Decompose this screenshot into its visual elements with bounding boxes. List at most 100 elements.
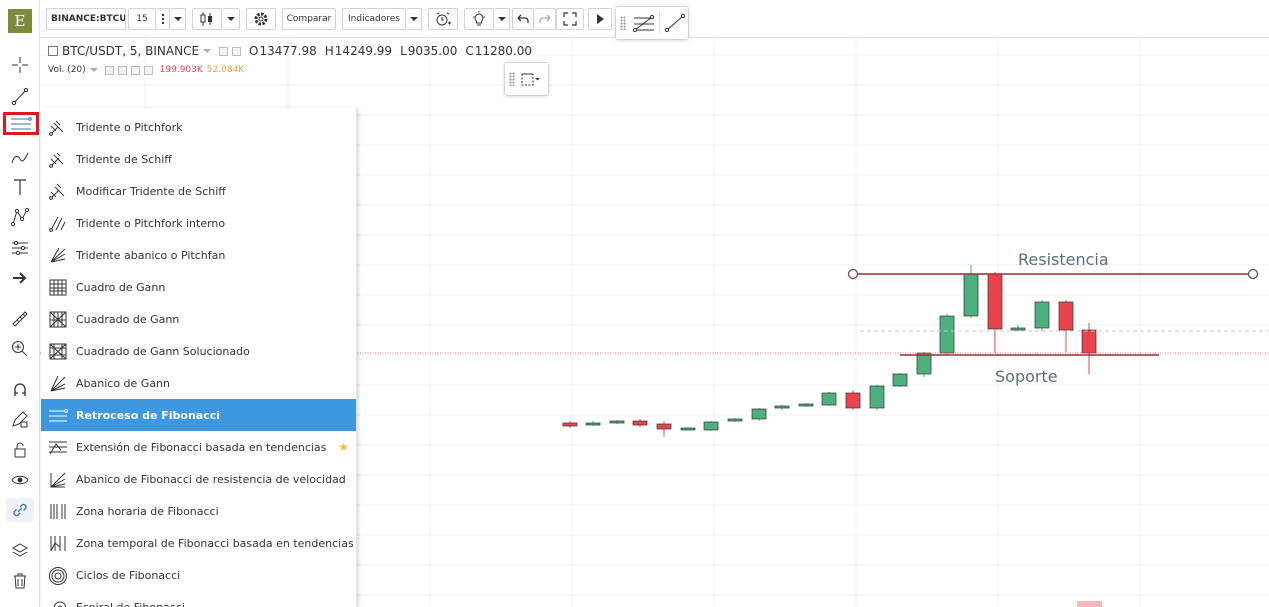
menu-item[interactable]: Abanico de Gann — [41, 367, 356, 399]
fib-retracement-icon[interactable] — [630, 12, 655, 34]
interval-dropdown-button[interactable] — [170, 8, 186, 30]
crosshair-tool[interactable] — [6, 53, 34, 77]
chart-style-dropdown[interactable] — [222, 8, 240, 30]
open-key: O — [249, 44, 259, 58]
trash-icon — [14, 573, 26, 589]
pattern-tool[interactable] — [6, 205, 34, 229]
menu-item[interactable]: Tridente o Pitchfork — [41, 111, 356, 143]
resistance-handle-right[interactable] — [1247, 268, 1259, 280]
eye-icon[interactable] — [104, 65, 114, 75]
chevron-down-icon[interactable] — [203, 49, 212, 53]
chevron-down-icon[interactable] — [89, 68, 98, 72]
volume-bar — [1077, 601, 1102, 607]
indicators-button[interactable]: Indicadores — [342, 8, 406, 30]
zoom-tool[interactable] — [6, 337, 34, 361]
menu-item[interactable]: Cuadro de Gann — [41, 271, 356, 303]
menu-item[interactable]: Abanico de Fibonacci de resistencia de v… — [41, 463, 356, 495]
drag-handle[interactable] — [509, 72, 515, 86]
gann-fan-icon — [48, 374, 68, 392]
ideas-dropdown[interactable] — [494, 8, 510, 30]
text-tool[interactable] — [6, 175, 34, 199]
candle-body — [585, 422, 601, 426]
chart-legend: BTC/USDT, 5, BINANCE O 13477.98 H 14249.99… — [48, 44, 532, 75]
settings-button[interactable] — [246, 8, 276, 30]
menu-item[interactable]: Modificar Tridente de Schiff — [41, 175, 356, 207]
add-icon[interactable] — [130, 65, 140, 75]
close-icon[interactable] — [232, 46, 242, 56]
interval-menu-button[interactable] — [156, 8, 170, 30]
undo-button[interactable] — [512, 8, 534, 30]
prediction-tool[interactable] — [6, 236, 34, 260]
chevron-down-icon — [173, 17, 182, 21]
remove-drawings-tool[interactable] — [6, 569, 34, 593]
lightbulb-icon — [473, 11, 485, 26]
support-label[interactable]: Soporte — [995, 367, 1058, 386]
gann-box-icon — [48, 278, 68, 296]
volume-value-1: 199.903K — [159, 65, 203, 75]
hide-drawings-tool[interactable] — [6, 468, 34, 492]
symbol-search-input[interactable]: BINANCE:BTCUSDT — [46, 8, 126, 30]
stay-drawing-tool[interactable] — [6, 408, 34, 432]
interval-button[interactable]: 15 — [128, 8, 156, 30]
settings-icon[interactable] — [219, 46, 229, 56]
candle-body — [632, 420, 648, 426]
volume-label[interactable]: Vol. (20) — [48, 65, 86, 75]
menu-item[interactable]: Tridente abanico o Pitchfan — [41, 239, 356, 271]
replay-button[interactable] — [588, 8, 612, 30]
indicators-dropdown[interactable] — [406, 8, 422, 30]
menu-item[interactable]: Tridente de Schiff — [41, 143, 356, 175]
measure-tool[interactable] — [6, 307, 34, 331]
candle-body — [939, 315, 955, 354]
fullscreen-button[interactable] — [556, 8, 584, 30]
fib-tools-menu: Tridente o Pitchfork Tridente de Schiff Mo… — [41, 108, 357, 607]
fullscreen-icon — [563, 12, 577, 26]
drag-handle[interactable] — [620, 16, 626, 30]
brush-tool[interactable] — [6, 145, 34, 169]
low-value: 9035.00 — [407, 44, 458, 58]
magnet-tool[interactable] — [6, 378, 34, 402]
sync-drawings-tool[interactable] — [6, 498, 34, 522]
menu-item[interactable]: Tridente o Pitchfork interno — [41, 207, 356, 239]
menu-item[interactable]: Zona horaria de Fibonacci — [41, 495, 356, 527]
trend-line-tool[interactable] — [6, 84, 34, 108]
menu-item-label: Tridente abanico o Pitchfan — [76, 248, 226, 262]
menu-item[interactable]: Cuadrado de Gann — [41, 303, 356, 335]
object-tree-tool[interactable] — [6, 539, 34, 563]
menu-item[interactable]: Espiral de Fibonacci — [41, 591, 356, 607]
resistance-handle-left[interactable] — [847, 268, 859, 280]
ideas-button[interactable] — [464, 8, 494, 30]
fib-time-zone-icon — [48, 502, 68, 520]
menu-item[interactable]: Zona temporal de Fibonacci basada en ten… — [41, 527, 356, 559]
alert-button[interactable] — [428, 8, 458, 30]
redo-button[interactable] — [534, 8, 556, 30]
schiff-pitchfork-icon — [48, 150, 68, 168]
selection-box-icon[interactable] — [519, 69, 541, 89]
menu-item[interactable]: Cuadrado de Gann Solucionado — [41, 335, 356, 367]
menu-item-label: Extensión de Fibonacci basada en tendenc… — [76, 440, 327, 454]
menu-item-label: Cuadrado de Gann — [76, 312, 180, 326]
fib-retracement-icon — [11, 116, 32, 129]
resistance-label[interactable]: Resistencia — [1018, 250, 1109, 269]
compare-button[interactable]: Comparar — [282, 8, 336, 30]
menu-item-label: Tridente o Pitchfork — [76, 120, 183, 134]
close-icon[interactable] — [143, 65, 153, 75]
collapse-icon[interactable] — [48, 46, 58, 56]
gann-square-icon — [48, 310, 68, 328]
menu-item[interactable]: Extensión de Fibonacci basada en tendenc… — [41, 431, 356, 463]
close-key: C — [465, 44, 474, 58]
high-key: H — [324, 44, 334, 58]
menu-item-label: Cuadro de Gann — [76, 280, 166, 294]
lock-tool[interactable] — [6, 438, 34, 462]
trend-line-icon[interactable] — [658, 12, 688, 34]
menu-item-label: Tridente o Pitchfork interno — [76, 216, 226, 230]
menu-item[interactable]: Ciclos de Fibonacci — [41, 559, 356, 591]
chart-style-button[interactable] — [192, 8, 222, 30]
settings-icon[interactable] — [117, 65, 127, 75]
unlock-icon — [14, 442, 26, 458]
candle-body — [1010, 327, 1026, 331]
favorite-star-icon[interactable]: ★ — [338, 440, 349, 454]
arrow-tool[interactable] — [6, 266, 34, 290]
menu-item[interactable]: Retroceso de Fibonacci — [41, 399, 356, 431]
series-title[interactable]: BTC/USDT, 5, BINANCE — [62, 44, 199, 58]
fib-tool-group[interactable] — [3, 112, 39, 135]
